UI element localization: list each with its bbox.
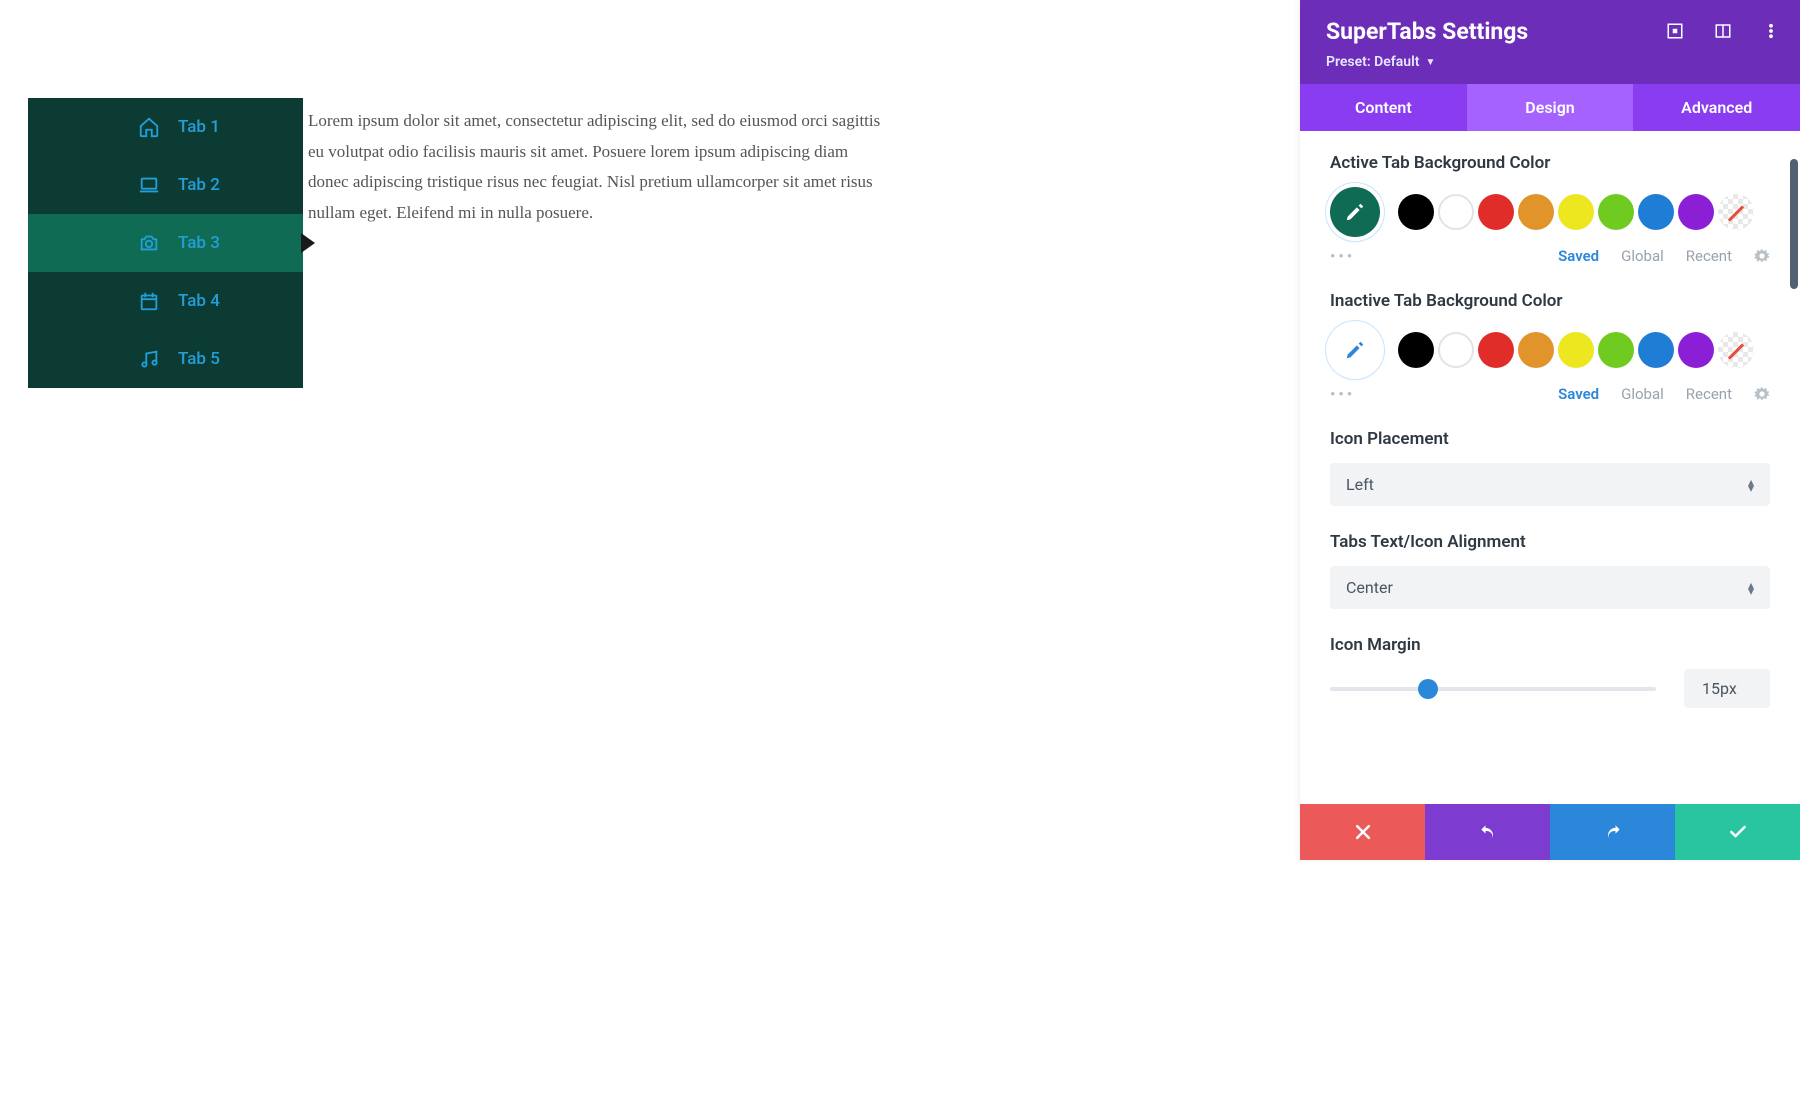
palette-footer-inactive: ••• Saved Global Recent: [1330, 385, 1770, 403]
tab-row-2[interactable]: Tab 2: [28, 156, 303, 214]
supertabs-widget: Tab 1 Tab 2 Tab 3 Tab 4 Tab 5: [28, 98, 303, 388]
panel-header: SuperTabs Settings Preset: Default ▼: [1300, 0, 1800, 84]
kebab-menu-icon[interactable]: [1762, 22, 1780, 40]
gear-icon[interactable]: [1754, 386, 1770, 402]
label-inactive-bg: Inactive Tab Background Color: [1330, 291, 1570, 311]
swatch-none[interactable]: [1718, 332, 1754, 368]
palette-footer-active: ••• Saved Global Recent: [1330, 247, 1770, 265]
swatch-current-inactive[interactable]: [1330, 325, 1380, 375]
redo-icon: [1603, 822, 1623, 842]
select-value: Left: [1346, 475, 1374, 494]
swatch-orange[interactable]: [1518, 194, 1554, 230]
columns-icon[interactable]: [1714, 22, 1732, 40]
more-dots-icon[interactable]: •••: [1330, 385, 1355, 403]
panel-header-actions: [1666, 22, 1780, 40]
tab-row-5[interactable]: Tab 5: [28, 330, 303, 388]
preset-selector[interactable]: Preset: Default ▼: [1326, 54, 1435, 70]
swatch-row-active: [1330, 187, 1770, 237]
slider-thumb[interactable]: [1418, 679, 1438, 699]
slider-value[interactable]: 15px: [1684, 669, 1770, 708]
tab-content[interactable]: Content: [1300, 84, 1467, 131]
swatch-purple[interactable]: [1678, 332, 1714, 368]
camera-icon: [138, 232, 160, 254]
preview-canvas: Tab 1 Tab 2 Tab 3 Tab 4 Tab 5: [0, 0, 880, 860]
panel-footer: [1300, 804, 1800, 860]
field-icon-margin: Icon Margin 15px: [1330, 635, 1770, 708]
swatch-blue[interactable]: [1638, 194, 1674, 230]
eyedropper-icon: [1344, 339, 1366, 361]
swatch-white[interactable]: [1438, 332, 1474, 368]
palette-tab-saved[interactable]: Saved: [1558, 247, 1599, 265]
field-active-bg: Active Tab Background Color ••• Saved Gl…: [1330, 153, 1770, 265]
swatch-white[interactable]: [1438, 194, 1474, 230]
swatch-current-active[interactable]: [1330, 187, 1380, 237]
palette-tab-global[interactable]: Global: [1621, 247, 1664, 265]
redo-button[interactable]: [1550, 804, 1675, 860]
swatch-black[interactable]: [1398, 194, 1434, 230]
laptop-icon: [138, 174, 160, 196]
gear-icon[interactable]: [1754, 248, 1770, 264]
palette-tab-saved[interactable]: Saved: [1558, 385, 1599, 403]
field-alignment: Tabs Text/Icon Alignment Center ▴▾: [1330, 532, 1770, 609]
label-icon-placement: Icon Placement: [1330, 429, 1570, 449]
undo-icon: [1478, 822, 1498, 842]
palette-tab-recent[interactable]: Recent: [1686, 385, 1732, 403]
swatch-green[interactable]: [1598, 194, 1634, 230]
swatch-yellow[interactable]: [1558, 194, 1594, 230]
tab-content-text: Lorem ipsum dolor sit amet, consectetur …: [308, 106, 883, 228]
field-inactive-bg: Inactive Tab Background Color ••• Saved …: [1330, 291, 1770, 403]
slider-track[interactable]: [1330, 687, 1656, 691]
label-active-bg: Active Tab Background Color: [1330, 153, 1570, 173]
settings-panel: SuperTabs Settings Preset: Default ▼ Con…: [1300, 0, 1800, 860]
more-dots-icon[interactable]: •••: [1330, 247, 1355, 265]
swatch-red[interactable]: [1478, 332, 1514, 368]
select-chevrons-icon: ▴▾: [1748, 479, 1754, 491]
select-icon-placement[interactable]: Left ▴▾: [1330, 463, 1770, 506]
palette-tab-global[interactable]: Global: [1621, 385, 1664, 403]
label-icon-margin: Icon Margin: [1330, 635, 1570, 655]
label-alignment: Tabs Text/Icon Alignment: [1330, 532, 1570, 552]
swatch-blue[interactable]: [1638, 332, 1674, 368]
eyedropper-icon: [1344, 201, 1366, 223]
confirm-button[interactable]: [1675, 804, 1800, 860]
swatch-yellow[interactable]: [1558, 332, 1594, 368]
cancel-button[interactable]: [1300, 804, 1425, 860]
home-icon: [138, 116, 160, 138]
swatch-row-inactive: [1330, 325, 1770, 375]
tab-label: Tab 2: [178, 175, 220, 195]
undo-button[interactable]: [1425, 804, 1550, 860]
tab-row-4[interactable]: Tab 4: [28, 272, 303, 330]
tab-design[interactable]: Design: [1467, 84, 1634, 131]
tab-advanced[interactable]: Advanced: [1633, 84, 1800, 131]
palette-tab-recent[interactable]: Recent: [1686, 247, 1732, 265]
music-icon: [138, 348, 160, 370]
close-icon: [1353, 822, 1373, 842]
expand-icon[interactable]: [1666, 22, 1684, 40]
panel-tabs: Content Design Advanced: [1300, 84, 1800, 131]
tab-label: Tab 4: [178, 291, 220, 311]
tab-label: Tab 1: [178, 117, 220, 137]
swatch-orange[interactable]: [1518, 332, 1554, 368]
swatch-purple[interactable]: [1678, 194, 1714, 230]
tab-label: Tab 5: [178, 349, 220, 369]
scrollbar-thumb[interactable]: [1790, 159, 1798, 289]
tab-row-3[interactable]: Tab 3: [28, 214, 303, 272]
field-icon-placement: Icon Placement Left ▴▾: [1330, 429, 1770, 506]
swatch-black[interactable]: [1398, 332, 1434, 368]
select-value: Center: [1346, 578, 1393, 597]
slider-icon-margin: 15px: [1330, 669, 1770, 708]
tab-row-1[interactable]: Tab 1: [28, 98, 303, 156]
preset-label: Preset: Default: [1326, 54, 1419, 70]
select-alignment[interactable]: Center ▴▾: [1330, 566, 1770, 609]
chevron-down-icon: ▼: [1425, 57, 1435, 68]
calendar-icon: [138, 290, 160, 312]
swatch-green[interactable]: [1598, 332, 1634, 368]
swatch-none[interactable]: [1718, 194, 1754, 230]
tab-label: Tab 3: [178, 233, 220, 253]
select-chevrons-icon: ▴▾: [1748, 582, 1754, 594]
check-icon: [1728, 822, 1748, 842]
panel-body: Active Tab Background Color ••• Saved Gl…: [1300, 131, 1800, 804]
active-tab-caret-icon: [301, 233, 315, 253]
swatch-red[interactable]: [1478, 194, 1514, 230]
